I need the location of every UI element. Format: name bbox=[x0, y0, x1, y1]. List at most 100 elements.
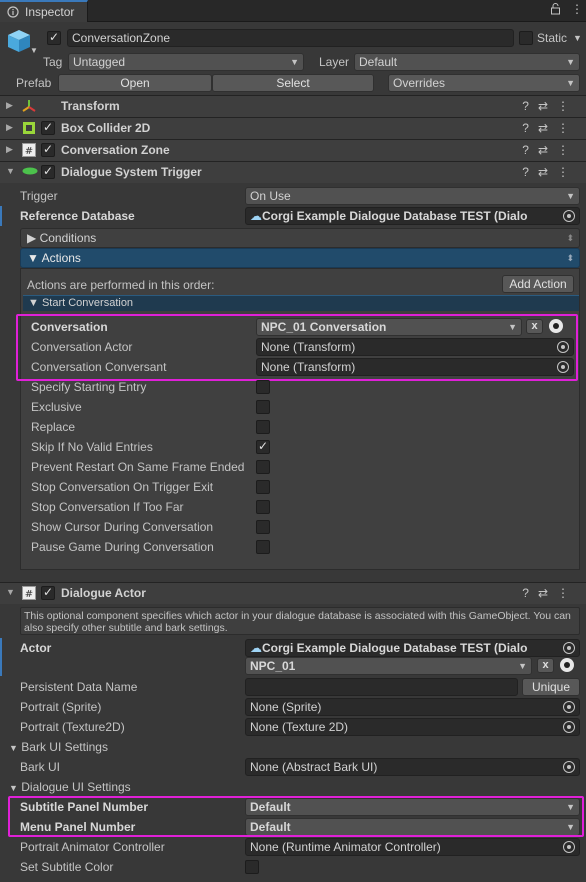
object-picker-icon[interactable] bbox=[563, 721, 575, 733]
stop-on-trigger-exit-checkbox[interactable] bbox=[256, 480, 270, 494]
replace-checkbox[interactable] bbox=[256, 420, 270, 434]
set-subtitle-color-checkbox[interactable] bbox=[245, 860, 259, 874]
dialogue-ui-settings-foldout[interactable]: ▼ Dialogue UI Settings bbox=[9, 780, 131, 794]
inspector-tab[interactable]: Inspector bbox=[0, 0, 88, 22]
menu-panel-number-label: Menu Panel Number bbox=[20, 820, 136, 834]
conversation-label: Conversation bbox=[31, 320, 108, 334]
gameobject-active-checkbox[interactable] bbox=[47, 30, 61, 45]
portrait-animator-controller-field[interactable]: None (Runtime Animator Controller) bbox=[245, 838, 580, 856]
conversation-actor-field[interactable]: None (Transform) bbox=[256, 338, 574, 356]
conversation-picker-icon[interactable] bbox=[549, 319, 563, 333]
gameobject-name-input[interactable]: ConversationZone bbox=[67, 29, 514, 47]
conversation-value: NPC_01 Conversation bbox=[261, 320, 387, 334]
portrait-texture-field[interactable]: None (Texture 2D) bbox=[245, 718, 580, 736]
component-header-transform[interactable]: ▶ Transform ?⇄⋮ bbox=[0, 95, 586, 117]
menu-panel-number-dropdown[interactable]: Default ▼ bbox=[245, 818, 580, 836]
more-options-icon[interactable]: ⋮ bbox=[571, 2, 583, 16]
reference-database-field[interactable]: ☁Corgi Example Dialogue Database TEST (D… bbox=[245, 207, 580, 225]
clear-actor-button[interactable]: x bbox=[537, 658, 554, 673]
chevron-down-icon: ▼ bbox=[566, 78, 575, 88]
component-header-buttons[interactable]: ?⇄⋮ bbox=[522, 143, 578, 157]
layer-dropdown[interactable]: Default ▼ bbox=[354, 53, 580, 71]
object-picker-icon[interactable] bbox=[563, 642, 575, 654]
menu-panel-number-value: Default bbox=[250, 820, 291, 834]
object-picker-icon[interactable] bbox=[563, 841, 575, 853]
conversation-conversant-value: None (Transform) bbox=[261, 360, 356, 374]
conditions-foldout[interactable]: ▶ Conditions ⬍ bbox=[20, 228, 580, 248]
skip-if-no-valid-entries-checkbox[interactable] bbox=[256, 439, 270, 454]
component-header-dialogue-actor[interactable]: ▼ # Dialogue Actor ?⇄⋮ bbox=[0, 582, 586, 604]
window-tab-bar: Inspector ⋮ bbox=[0, 0, 586, 22]
object-picker-icon[interactable] bbox=[563, 761, 575, 773]
exclusive-checkbox[interactable] bbox=[256, 400, 270, 414]
static-checkbox[interactable] bbox=[519, 31, 533, 45]
trigger-label: Trigger bbox=[20, 189, 58, 203]
portrait-animator-controller-value: None (Runtime Animator Controller) bbox=[250, 840, 441, 854]
fold-down-icon[interactable]: ▼ bbox=[6, 166, 15, 176]
bark-ui-field[interactable]: None (Abstract Bark UI) bbox=[245, 758, 580, 776]
show-cursor-checkbox[interactable] bbox=[256, 520, 270, 534]
tag-dropdown[interactable]: Untagged ▼ bbox=[68, 53, 304, 71]
component-header-dialogue-system-trigger[interactable]: ▼ Dialogue System Trigger ?⇄⋮ bbox=[0, 161, 586, 183]
component-enabled-checkbox[interactable] bbox=[41, 164, 55, 179]
actor-dropdown[interactable]: NPC_01 ▼ bbox=[245, 657, 532, 675]
component-enabled-checkbox[interactable] bbox=[41, 142, 55, 157]
object-picker-icon[interactable] bbox=[563, 701, 575, 713]
component-header-buttons[interactable]: ?⇄⋮ bbox=[522, 586, 578, 600]
fold-right-icon[interactable]: ▶ bbox=[6, 122, 13, 133]
component-header-buttons[interactable]: ?⇄⋮ bbox=[522, 121, 578, 135]
actor-picker-icon[interactable] bbox=[560, 658, 574, 672]
component-header-box-collider-2d[interactable]: ▶ Box Collider 2D ?⇄⋮ bbox=[0, 117, 586, 139]
prefab-label: Prefab bbox=[16, 76, 52, 90]
add-action-button[interactable]: Add Action bbox=[502, 275, 574, 293]
component-header-conversation-zone[interactable]: ▶ # Conversation Zone ?⇄⋮ bbox=[0, 139, 586, 161]
prefab-open-button[interactable]: Open bbox=[58, 74, 212, 92]
portrait-sprite-value: None (Sprite) bbox=[250, 700, 322, 714]
box-collider-icon bbox=[22, 121, 36, 135]
fold-down-icon[interactable]: ▼ bbox=[6, 587, 15, 597]
component-name: Dialogue Actor bbox=[61, 586, 146, 600]
specify-starting-entry-checkbox[interactable] bbox=[256, 380, 270, 394]
conditions-label: Conditions bbox=[39, 231, 97, 245]
persistent-data-name-input[interactable] bbox=[245, 678, 518, 696]
actor-value: NPC_01 bbox=[250, 659, 296, 673]
object-picker-icon[interactable] bbox=[557, 341, 569, 353]
stop-if-too-far-checkbox[interactable] bbox=[256, 500, 270, 514]
info-icon bbox=[7, 6, 19, 21]
unique-button[interactable]: Unique bbox=[522, 678, 580, 696]
component-header-buttons[interactable]: ?⇄⋮ bbox=[522, 99, 578, 113]
lock-icon[interactable] bbox=[550, 3, 561, 18]
trigger-value: On Use bbox=[250, 189, 291, 203]
component-enabled-checkbox[interactable] bbox=[41, 585, 55, 600]
subtitle-panel-number-dropdown[interactable]: Default ▼ bbox=[245, 798, 580, 816]
tag-label: Tag bbox=[43, 55, 63, 69]
object-picker-icon[interactable] bbox=[563, 210, 575, 222]
clear-conversation-button[interactable]: x bbox=[526, 319, 543, 334]
icon-dropdown-chevron-icon[interactable]: ▼ bbox=[30, 46, 38, 55]
start-conversation-bar[interactable]: ▼ Start Conversation bbox=[23, 295, 579, 311]
portrait-texture-value: None (Texture 2D) bbox=[250, 720, 349, 734]
fold-right-icon[interactable]: ▶ bbox=[6, 100, 13, 111]
prevent-restart-checkbox[interactable] bbox=[256, 460, 270, 474]
conversation-dropdown[interactable]: NPC_01 Conversation ▼ bbox=[256, 318, 522, 336]
static-dropdown-chevron-icon[interactable]: ▼ bbox=[573, 33, 582, 43]
option-label: Show Cursor During Conversation bbox=[31, 520, 214, 534]
actor-database-field[interactable]: ☁Corgi Example Dialogue Database TEST (D… bbox=[245, 639, 580, 657]
trigger-dropdown[interactable]: On Use ▼ bbox=[245, 187, 580, 205]
fold-down-icon: ▼ bbox=[27, 251, 39, 265]
bark-ui-settings-foldout[interactable]: ▼ Bark UI Settings bbox=[9, 740, 108, 754]
tag-value: Untagged bbox=[73, 55, 126, 69]
object-picker-icon[interactable] bbox=[557, 361, 569, 373]
reorder-icon: ⬍ bbox=[566, 233, 574, 243]
fold-right-icon[interactable]: ▶ bbox=[6, 144, 13, 155]
prefab-select-button[interactable]: Select bbox=[212, 74, 374, 92]
actor-database-value: Corgi Example Dialogue Database TEST (Di… bbox=[262, 641, 528, 655]
component-enabled-checkbox[interactable] bbox=[41, 120, 55, 135]
portrait-sprite-field[interactable]: None (Sprite) bbox=[245, 698, 580, 716]
pause-game-checkbox[interactable] bbox=[256, 540, 270, 554]
actions-foldout[interactable]: ▼ Actions ⬍ bbox=[20, 248, 580, 268]
component-header-buttons[interactable]: ?⇄⋮ bbox=[522, 165, 578, 179]
portrait-texture-label: Portrait (Texture2D) bbox=[20, 720, 125, 734]
conversation-conversant-field[interactable]: None (Transform) bbox=[256, 358, 574, 376]
prefab-overrides-dropdown[interactable]: Overrides ▼ bbox=[388, 74, 580, 92]
